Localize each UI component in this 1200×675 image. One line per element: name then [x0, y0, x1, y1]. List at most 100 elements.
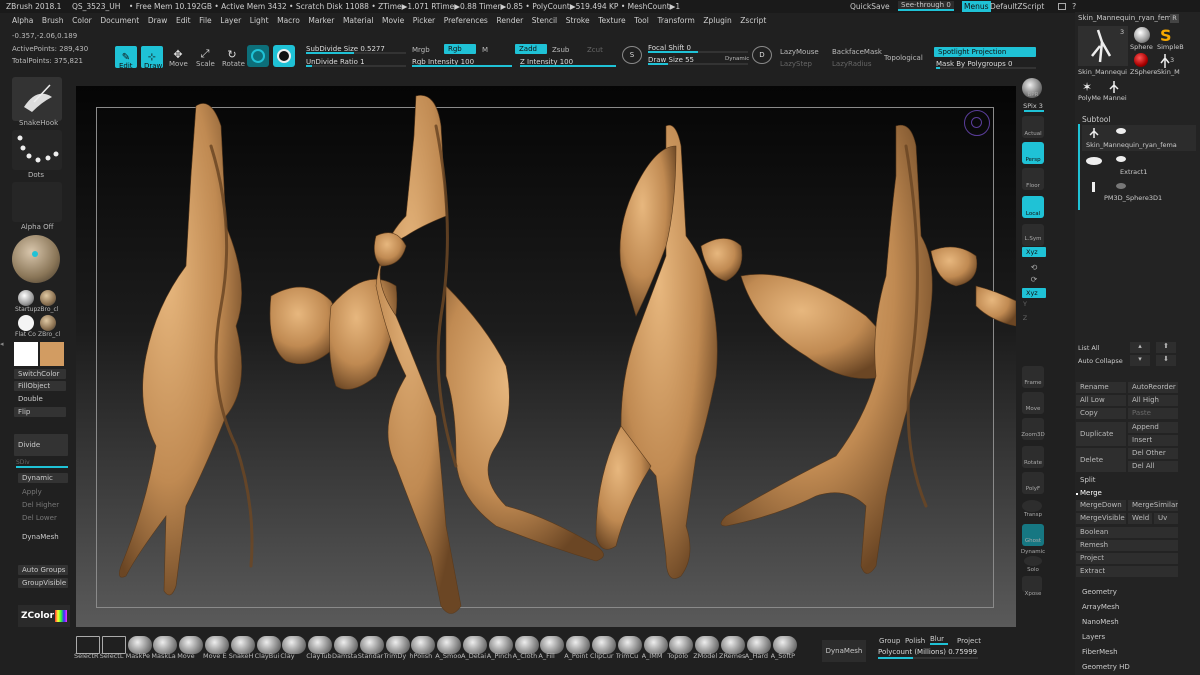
undivide-ratio-slider[interactable]: UnDivide Ratio 1	[306, 58, 406, 67]
zsphere-tool-icon[interactable]	[1134, 53, 1148, 67]
all-high-button[interactable]: All High	[1128, 395, 1178, 406]
blur-slider[interactable]: Blur	[930, 635, 948, 645]
flip-button[interactable]: Flip	[14, 407, 66, 417]
arraymesh-section[interactable]: ArrayMesh	[1082, 603, 1119, 611]
help-icon[interactable]: ?	[1072, 2, 1076, 11]
duplicate-button[interactable]: Duplicate	[1076, 422, 1126, 446]
rgb-button[interactable]: Rgb	[444, 44, 476, 54]
copy-button[interactable]: Copy	[1076, 408, 1126, 419]
solo-icon[interactable]	[1024, 556, 1042, 566]
merge-section[interactable]: Merge	[1080, 489, 1102, 497]
xyz-axis-button[interactable]: Xyz	[1022, 288, 1046, 298]
sphere-tool-icon[interactable]	[1134, 27, 1150, 43]
subtool-scrollbar[interactable]	[1078, 124, 1080, 210]
stroke-icon[interactable]: S	[622, 46, 642, 64]
scale-icon[interactable]: ⤢	[197, 47, 213, 61]
focal-shift-slider[interactable]: Focal Shift 0	[648, 44, 748, 53]
menu-zplugin[interactable]: Zplugin	[703, 16, 731, 25]
paste-button[interactable]: Paste	[1128, 408, 1178, 419]
subtool-row-2[interactable]: Extract1	[1082, 153, 1196, 179]
insert-button[interactable]: Insert	[1128, 435, 1178, 446]
zbro-material-icon[interactable]	[40, 290, 56, 306]
dynamic-subdiv-button[interactable]: Dynamic	[18, 473, 68, 483]
menu-marker[interactable]: Marker	[308, 16, 334, 25]
menu-tool[interactable]: Tool	[634, 16, 649, 25]
remesh-section[interactable]: Remesh	[1076, 540, 1178, 551]
menu-edit[interactable]: Edit	[176, 16, 191, 25]
menu-macro[interactable]: Macro	[277, 16, 300, 25]
spotlight-projection-button[interactable]: Spotlight Projection	[934, 47, 1036, 57]
backfacemask-button[interactable]: BackfaceMask	[832, 48, 882, 56]
menu-document[interactable]: Document	[100, 16, 139, 25]
menu-texture[interactable]: Texture	[598, 16, 625, 25]
arrow-down-left-icon[interactable]: ▾	[1130, 355, 1150, 366]
del-higher-button[interactable]: Del Higher	[18, 500, 68, 510]
layers-section[interactable]: Layers	[1082, 633, 1105, 641]
xyz-button[interactable]: Xyz	[1022, 247, 1046, 257]
dynamesh-bottom-button[interactable]: DynaMesh	[822, 640, 866, 662]
uv-button[interactable]: Uv	[1154, 513, 1178, 524]
dynamesh-button[interactable]: DynaMesh	[18, 532, 68, 542]
auto-collapse-button[interactable]: Auto Collapse	[1078, 357, 1123, 365]
menu-material[interactable]: Material	[343, 16, 373, 25]
polymesh-star-icon[interactable]: ✶	[1082, 80, 1092, 94]
zsub-button[interactable]: Zsub	[552, 46, 569, 54]
rename-button[interactable]: Rename	[1076, 382, 1126, 393]
project-bottom-button[interactable]: Project	[957, 637, 981, 645]
fillobject-button[interactable]: FillObject	[14, 381, 66, 391]
delete-button[interactable]: Delete	[1076, 448, 1126, 472]
del-all-button[interactable]: Del All	[1128, 461, 1178, 472]
transp-icon[interactable]	[1022, 500, 1042, 512]
split-section[interactable]: Split	[1080, 476, 1096, 484]
polish-button[interactable]: Polish	[905, 637, 925, 645]
xpose-icon[interactable]	[1022, 576, 1042, 592]
arrow-up-left-icon[interactable]: ▴	[1130, 342, 1150, 353]
rotate-icon[interactable]: ↻	[224, 47, 240, 61]
menu-draw[interactable]: Draw	[148, 16, 168, 25]
quicksave-button[interactable]: QuickSave	[850, 2, 890, 11]
mask-by-polygroups-slider[interactable]: Mask By Polygroups 0	[936, 60, 1036, 69]
rotate-axis-icon[interactable]: ⟲	[1028, 262, 1040, 272]
mergedown-button[interactable]: MergeDown	[1076, 500, 1126, 511]
divide-button[interactable]: Divide	[14, 434, 68, 456]
rotate-axis2-icon[interactable]: ⟳	[1028, 274, 1040, 284]
group-visible-button[interactable]: GroupVisible	[18, 578, 68, 588]
dynamic-toggle[interactable]: Dynamic	[725, 56, 749, 62]
auto-groups-button[interactable]: Auto Groups	[18, 565, 68, 575]
menu-stroke[interactable]: Stroke	[566, 16, 590, 25]
subtool-2-visibility-icon[interactable]	[1116, 156, 1126, 162]
lsym-icon[interactable]	[1022, 224, 1044, 246]
mergevisible-button[interactable]: MergeVisible	[1076, 513, 1126, 524]
list-all-button[interactable]: List All	[1078, 344, 1100, 352]
viewport-canvas[interactable]	[76, 86, 1016, 627]
lazystep-slider[interactable]: LazyStep	[780, 60, 812, 68]
nanomesh-section[interactable]: NanoMesh	[1082, 618, 1119, 626]
restore-icon[interactable]	[1058, 3, 1066, 10]
lazyradius-slider[interactable]: LazyRadius	[832, 60, 871, 68]
zcut-button[interactable]: Zcut	[587, 46, 603, 54]
default-zscript-button[interactable]: DefaultZScript	[990, 2, 1044, 11]
del-other-button[interactable]: Del Other	[1128, 448, 1178, 459]
apply-button[interactable]: Apply	[18, 487, 68, 497]
main-color-swatch[interactable]	[14, 342, 38, 366]
boolean-section[interactable]: Boolean	[1076, 527, 1178, 538]
left-tray-arrow-icon[interactable]: ◂	[0, 340, 6, 350]
geometry-section[interactable]: Geometry	[1082, 588, 1117, 596]
all-low-button[interactable]: All Low	[1076, 395, 1126, 406]
secondary-color-swatch[interactable]	[40, 342, 64, 366]
subtool-title[interactable]: Subtool	[1082, 115, 1110, 124]
rgb-intensity-slider[interactable]: Rgb Intensity 100	[412, 58, 512, 67]
subtool-row-3[interactable]: PM3D_Sphere3D1	[1082, 180, 1196, 206]
autoreorder-button[interactable]: AutoReorder	[1128, 382, 1178, 393]
menu-alpha[interactable]: Alpha	[12, 16, 33, 25]
menu-movie[interactable]: Movie	[382, 16, 404, 25]
weld-button[interactable]: Weld	[1128, 513, 1152, 524]
subtool-row-1[interactable]: Skin_Mannequin_ryan_fema	[1082, 125, 1196, 151]
arrow-down-icon[interactable]: ⬇	[1156, 355, 1176, 366]
mergesimilar-button[interactable]: MergeSimilar	[1128, 500, 1178, 511]
subtool-3-visibility-icon[interactable]	[1116, 183, 1126, 189]
flat-color-icon[interactable]	[18, 315, 34, 331]
arrow-up-icon[interactable]: ⬆	[1156, 342, 1176, 353]
menus-toggle[interactable]: Menus	[962, 1, 991, 12]
material-sphere[interactable]	[12, 235, 60, 283]
